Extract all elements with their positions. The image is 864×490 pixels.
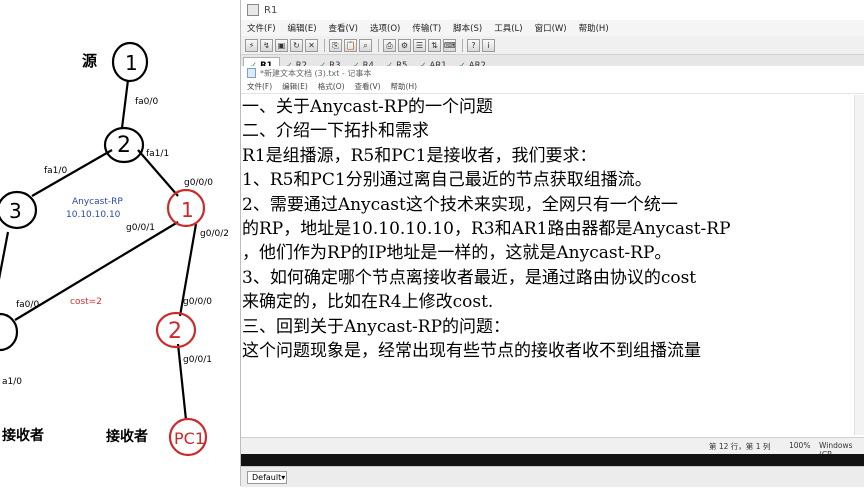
app-toolbar: ⚡ ↯ ▣ ↻ ✕ ⎘ 📋 ⌕ ⎙ ⚙ ☰ ⇅ ⌨ ? i — [241, 36, 864, 55]
notepad-menu-help[interactable]: 帮助(H) — [391, 81, 418, 92]
notepad-statusbar: 第 12 行，第 1 列 100% Windows (CR — [241, 437, 864, 459]
help-icon[interactable]: ? — [467, 38, 480, 52]
notepad-menu-format[interactable]: 格式(O) — [318, 81, 345, 92]
topology-whiteboard: 源 1 2 3 1 2 PC1 fa0/0 fa1/1 fa1/0 g0/0/0… — [0, 0, 240, 486]
text-line: 一、关于Anycast-RP的一个问题 — [242, 97, 494, 117]
menu-view[interactable]: 查看(V) — [329, 22, 358, 34]
text-line: R1是组播源，R5和PC1是接收者，我们要求： — [242, 145, 597, 166]
label-fa00-top: fa0/0 — [135, 97, 158, 107]
label-g001-b: g0/0/1 — [183, 355, 212, 365]
notepad-window: *新建文本文档 (3).txt - 记事本 文件(F) 编辑(E) 格式(O) … — [241, 66, 864, 459]
toolbar-separator — [324, 38, 325, 52]
menu-transfer[interactable]: 传输(T) — [412, 22, 441, 34]
text-line: 的RP，地址是10.10.10.10，R3和AR1路由器都是Anycast-RP — [242, 218, 731, 239]
cursor-position: 第 12 行，第 1 列 — [709, 442, 771, 451]
link-r1-r2 — [120, 79, 130, 129]
text-line: 2、需要通过Anycast这个技术来实现，全网只有一个统一 — [242, 194, 678, 215]
menu-tools[interactable]: 工具(L) — [494, 22, 522, 34]
label-fa10-bottom: a1/0 — [2, 377, 22, 387]
text-line: 这个问题现象是，经常出现有些节点的接收者收不到组播流量 — [242, 340, 701, 361]
text-line: 二、介绍一下拓扑和需求 — [242, 121, 429, 142]
app-menubar: 文件(F) 编辑(E) 查看(V) 选项(O) 传输(T) 脚本(S) 工具(L… — [241, 20, 864, 36]
notepad-menu-view[interactable]: 查看(V) — [355, 81, 381, 92]
toolbar-separator — [462, 38, 463, 52]
text-line: 三、回到关于Anycast-RP的问题： — [242, 316, 511, 337]
label-g000-a: g0/0/0 — [184, 178, 213, 188]
text-line: 1、R5和PC1分别通过离自己最近的节点获取组播流。 — [242, 170, 652, 191]
dropdown-value: Default — [252, 472, 282, 482]
link-r3-r4 — [0, 231, 10, 280]
label-fa11: fa1/1 — [146, 149, 169, 159]
menu-edit[interactable]: 编辑(E) — [288, 22, 317, 34]
label-fa00-left: fa0/0 — [16, 300, 39, 310]
anycast-label: Anycast-RP — [72, 197, 123, 207]
node-ar1-label: 1 — [181, 198, 194, 222]
label-fa10: fa1/0 — [44, 166, 67, 176]
menu-file[interactable]: 文件(F) — [247, 22, 276, 34]
label-g002: g0/0/2 — [200, 229, 229, 239]
receiver-right-label: 接收者 — [106, 428, 148, 445]
node-r3-label: 3 — [9, 199, 22, 223]
session-profile-dropdown[interactable]: Default ▾ — [247, 470, 287, 484]
disconnect-icon[interactable]: ✕ — [305, 38, 318, 52]
quick-connect-icon[interactable]: ↯ — [260, 38, 273, 52]
text-line: 3、如何确定哪个节点离接收者最近，是通过路由协议的cost — [242, 267, 697, 288]
keymap-icon[interactable]: ⌨ — [443, 38, 456, 52]
zoom-level: 100% — [789, 441, 811, 450]
settings-icon[interactable]: ⚙ — [398, 38, 411, 52]
notepad-menubar: 文件(F) 编辑(E) 格式(O) 查看(V) 帮助(H) — [241, 80, 864, 94]
menu-help[interactable]: 帮助(H) — [579, 22, 609, 34]
print-icon[interactable]: ⎙ — [383, 38, 396, 52]
notepad-titlebar: *新建文本文档 (3).txt - 记事本 — [241, 66, 864, 80]
app-icon — [247, 4, 259, 16]
app-title: R1 — [264, 4, 278, 16]
node-pc1-label: PC1 — [174, 429, 205, 448]
node-r5-label: 2 — [168, 319, 182, 344]
terminal-app-window: R1 文件(F) 编辑(E) 查看(V) 选项(O) 传输(T) 脚本(S) 工… — [240, 0, 864, 487]
receiver-left-label: 接收者 — [2, 427, 44, 444]
source-label: 源 — [82, 52, 97, 70]
connect-icon[interactable]: ⚡ — [245, 38, 258, 52]
info-icon[interactable]: i — [482, 38, 495, 52]
copy-icon[interactable]: ⎘ — [329, 38, 342, 52]
app-titlebar: R1 — [241, 0, 864, 20]
node-r1-label: 1 — [125, 51, 138, 75]
label-g001-a: g0/0/1 — [126, 223, 155, 233]
toolbar-separator — [378, 38, 379, 52]
menu-window[interactable]: 窗口(W) — [535, 22, 567, 34]
notepad-menu-edit[interactable]: 编辑(E) — [282, 81, 308, 92]
session-icon[interactable]: ▣ — [275, 38, 288, 52]
topology-diagram: 源 1 2 3 1 2 PC1 fa0/0 fa1/1 fa1/0 g0/0/0… — [0, 41, 229, 457]
cost-label: cost=2 — [70, 297, 102, 307]
node-r4 — [0, 312, 19, 352]
text-line: ，他们作为RP的IP地址是一样的，这就是Anycast-RP。 — [242, 243, 672, 264]
notepad-title: *新建文本文档 (3).txt - 记事本 — [260, 68, 372, 78]
menu-script[interactable]: 脚本(S) — [453, 22, 482, 34]
paste-icon[interactable]: 📋 — [344, 38, 357, 52]
text-line: 来确定的，比如在R4上修改cost. — [242, 292, 494, 313]
find-icon[interactable]: ⌕ — [359, 38, 372, 52]
terminal-input-bar[interactable] — [241, 454, 864, 466]
notepad-menu-file[interactable]: 文件(F) — [247, 81, 272, 92]
node-r2-label: 2 — [117, 133, 131, 158]
chevron-down-icon: ▾ — [281, 472, 286, 482]
notepad-text-area[interactable]: 一、关于Anycast-RP的一个问题 二、介绍一下拓扑和需求 R1是组播源，R… — [241, 95, 864, 435]
anycast-ip-label: 10.10.10.10 — [66, 210, 121, 220]
reconnect-icon[interactable]: ↻ — [290, 38, 303, 52]
notepad-scrollbar[interactable] — [854, 95, 864, 435]
sftp-icon[interactable]: ⇅ — [428, 38, 441, 52]
notepad-icon — [247, 68, 256, 78]
app-bottom-toolbar: Default ▾ — [241, 466, 864, 487]
label-g000-b: g0/0/0 — [183, 297, 212, 307]
menu-options[interactable]: 选项(O) — [370, 22, 400, 34]
options-icon[interactable]: ☰ — [413, 38, 426, 52]
